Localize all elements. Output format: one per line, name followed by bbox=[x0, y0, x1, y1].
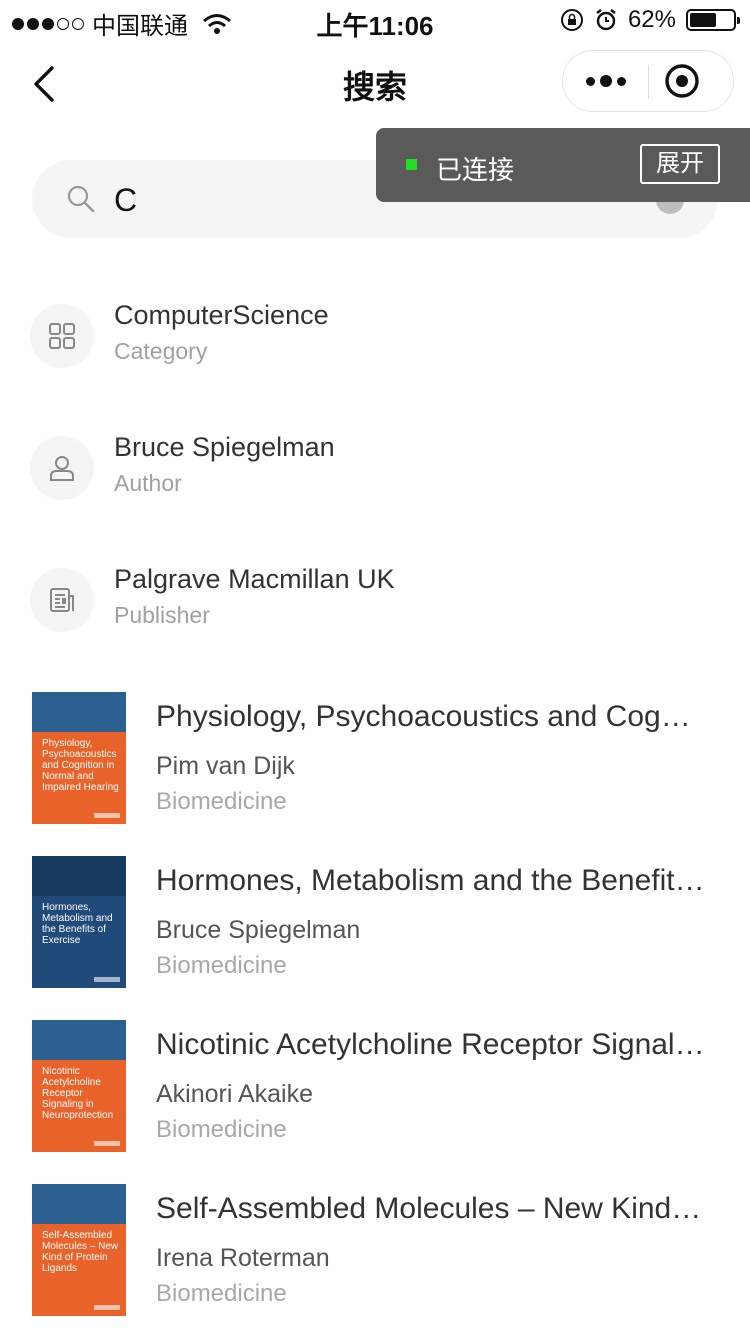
book-item[interactable]: Physiology, Psychoacoustics and Cognitio… bbox=[0, 692, 750, 832]
book-title: Physiology, Psychoacoustics and Cognitio… bbox=[156, 700, 706, 733]
capsule-divider bbox=[648, 65, 649, 99]
mini-program-capsule bbox=[562, 50, 734, 112]
suggestion-title: Bruce Spiegelman bbox=[114, 432, 335, 462]
book-cover-image: Hormones, Metabolism and the Benefits of… bbox=[32, 856, 126, 988]
book-author: Akinori Akaike bbox=[156, 1080, 314, 1108]
publisher-document-icon bbox=[30, 568, 94, 632]
book-cover-image: Physiology, Psychoacoustics and Cognitio… bbox=[32, 692, 126, 824]
battery-percent: 62% bbox=[627, 6, 676, 33]
search-icon bbox=[67, 185, 95, 213]
book-cover-image: Self-Assembled Molecules – New Kind of P… bbox=[32, 1184, 126, 1316]
book-title: Self-Assembled Molecules – New Kind of P… bbox=[156, 1192, 706, 1225]
book-title: Nicotinic Acetylcholine Receptor Signali… bbox=[156, 1028, 706, 1061]
book-author: Bruce Spiegelman bbox=[156, 916, 361, 944]
book-item[interactable]: Nicotinic Acetylcholine Receptor Signali… bbox=[0, 1020, 750, 1160]
book-item[interactable]: Hormones, Metabolism and the Benefits of… bbox=[0, 856, 750, 996]
battery-level bbox=[690, 13, 717, 27]
expand-button[interactable]: 展开 bbox=[640, 144, 720, 184]
person-icon bbox=[30, 436, 94, 500]
suggestion-category[interactable]: ComputerScience Category bbox=[0, 292, 750, 402]
book-author: Irena Roterman bbox=[156, 1244, 330, 1272]
suggestion-publisher[interactable]: Palgrave Macmillan UK Publisher bbox=[0, 556, 750, 666]
book-category: Biomedicine bbox=[156, 1280, 287, 1307]
suggestion-type: Publisher bbox=[114, 602, 210, 628]
connected-indicator-icon bbox=[406, 159, 417, 170]
connection-status: 已连接 bbox=[436, 155, 515, 185]
cover-title: Nicotinic Acetylcholine Receptor Signali… bbox=[42, 1066, 114, 1121]
suggestion-type: Author bbox=[114, 470, 182, 496]
orientation-lock-icon bbox=[560, 9, 583, 31]
cover-title: Self-Assembled Molecules – New Kind of P… bbox=[42, 1230, 119, 1274]
book-item[interactable]: Self-Assembled Molecules – New Kind of P… bbox=[0, 1184, 750, 1324]
book-title: Hormones, Metabolism and the Benefits of… bbox=[156, 864, 706, 897]
cover-title: Physiology, Psychoacoustics and Cognitio… bbox=[42, 738, 119, 793]
battery-icon bbox=[686, 9, 740, 31]
suggestion-title: ComputerScience bbox=[114, 300, 329, 330]
status-bar: 中国联通 上午11:06 62% bbox=[0, 0, 750, 41]
close-target-icon[interactable] bbox=[663, 62, 701, 100]
alarm-icon bbox=[596, 9, 616, 31]
suggestion-author[interactable]: Bruce Spiegelman Author bbox=[0, 424, 750, 534]
cover-title: Hormones, Metabolism and the Benefits of… bbox=[42, 902, 113, 946]
suggestion-type: Category bbox=[114, 338, 208, 364]
book-category: Biomedicine bbox=[156, 952, 287, 979]
connection-toast: 已连接 展开 bbox=[376, 128, 750, 202]
more-menu-button[interactable] bbox=[563, 51, 649, 111]
status-right: 62% bbox=[560, 6, 740, 34]
book-category: Biomedicine bbox=[156, 788, 287, 815]
suggestion-title: Palgrave Macmillan UK bbox=[114, 564, 395, 594]
book-cover-image: Nicotinic Acetylcholine Receptor Signali… bbox=[32, 1020, 126, 1152]
nav-bar: 搜索 bbox=[0, 48, 750, 118]
book-author: Pim van Dijk bbox=[156, 752, 295, 780]
category-grid-icon bbox=[30, 304, 94, 368]
book-category: Biomedicine bbox=[156, 1116, 287, 1143]
